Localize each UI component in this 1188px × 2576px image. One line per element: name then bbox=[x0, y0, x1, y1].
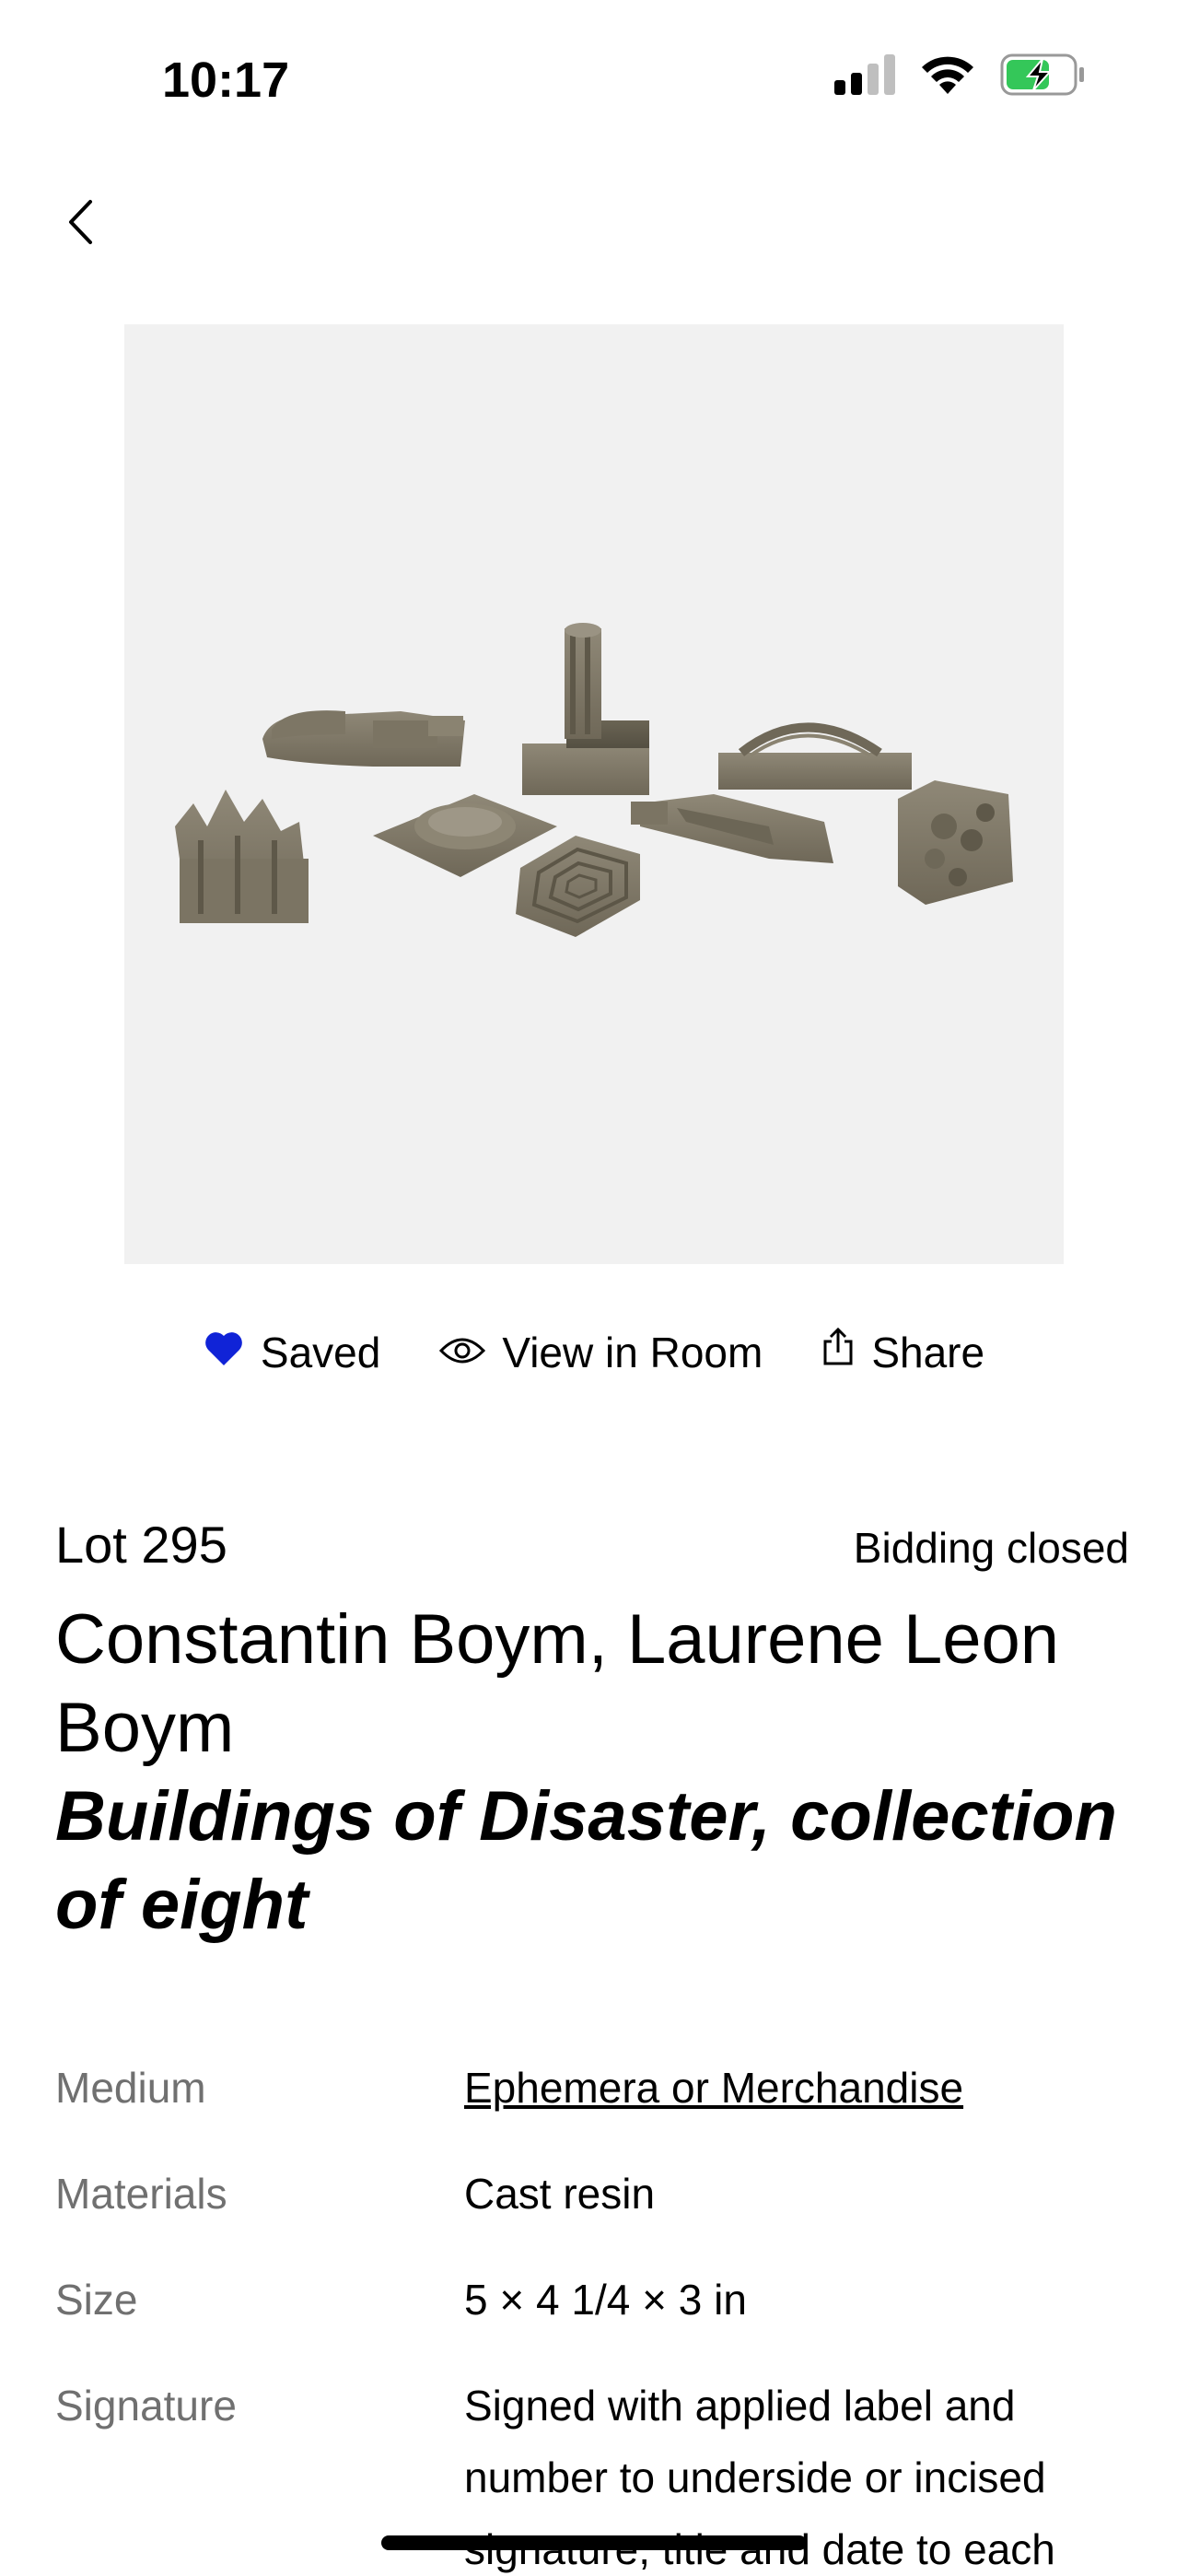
artwork-image[interactable] bbox=[124, 324, 1064, 1264]
model-curved bbox=[262, 710, 465, 767]
model-pentagon bbox=[516, 836, 640, 937]
eye-icon bbox=[439, 1328, 486, 1377]
model-bridge bbox=[718, 722, 912, 790]
share-label: Share bbox=[871, 1328, 985, 1376]
lot-detail-screen: 10:17 Saved View in Room Share Lot 295 B… bbox=[0, 0, 1188, 2576]
detail-value: 5 × 4 1/4 × 3 in bbox=[464, 2276, 747, 2324]
artwork-title: Buildings of Disaster, collection of eig… bbox=[55, 1777, 1117, 1944]
battery-charging-icon bbox=[1000, 53, 1085, 100]
wifi-icon bbox=[919, 53, 976, 100]
detail-label: Size bbox=[55, 2276, 138, 2324]
detail-value: Cast resin bbox=[464, 2170, 656, 2218]
share-icon bbox=[821, 1327, 855, 1377]
artist-name[interactable]: Constantin Boym, Laurene Leon Boym bbox=[55, 1596, 1133, 1773]
details-table: Medium Ephemera or Merchandise Materials… bbox=[55, 2060, 1142, 2576]
detail-row-medium: Medium Ephemera or Merchandise bbox=[55, 2060, 1142, 2124]
status-time: 10:17 bbox=[162, 53, 290, 108]
model-rubble bbox=[898, 780, 1013, 905]
home-indicator[interactable] bbox=[381, 2535, 807, 2550]
view-in-room-label: View in Room bbox=[502, 1328, 763, 1376]
model-gothic bbox=[175, 790, 309, 923]
saved-label: Saved bbox=[260, 1328, 381, 1376]
heart-filled-icon bbox=[204, 1328, 244, 1377]
view-in-room-button[interactable]: View in Room bbox=[439, 1328, 763, 1377]
lot-header: Lot 295 Bidding closed bbox=[55, 1515, 1129, 1575]
saved-button[interactable]: Saved bbox=[204, 1328, 380, 1377]
action-bar: Saved View in Room Share bbox=[0, 1327, 1188, 1377]
chevron-left-icon bbox=[66, 199, 94, 250]
back-button[interactable] bbox=[57, 192, 103, 256]
bidding-status: Bidding closed bbox=[853, 1524, 1129, 1572]
detail-label: Medium bbox=[55, 2064, 206, 2112]
status-icons bbox=[834, 53, 1085, 100]
cellular-signal-icon bbox=[834, 54, 895, 100]
model-tower bbox=[522, 623, 649, 795]
detail-row-materials: Materials Cast resin bbox=[55, 2166, 1142, 2230]
medium-link[interactable]: Ephemera or Merchandise bbox=[464, 2052, 963, 2124]
detail-label: Materials bbox=[55, 2170, 227, 2218]
model-ramp bbox=[631, 794, 833, 863]
detail-row-size: Size 5 × 4 1/4 × 3 in bbox=[55, 2272, 1142, 2336]
lot-number: Lot 295 bbox=[55, 1516, 227, 1574]
share-button[interactable]: Share bbox=[821, 1327, 984, 1377]
